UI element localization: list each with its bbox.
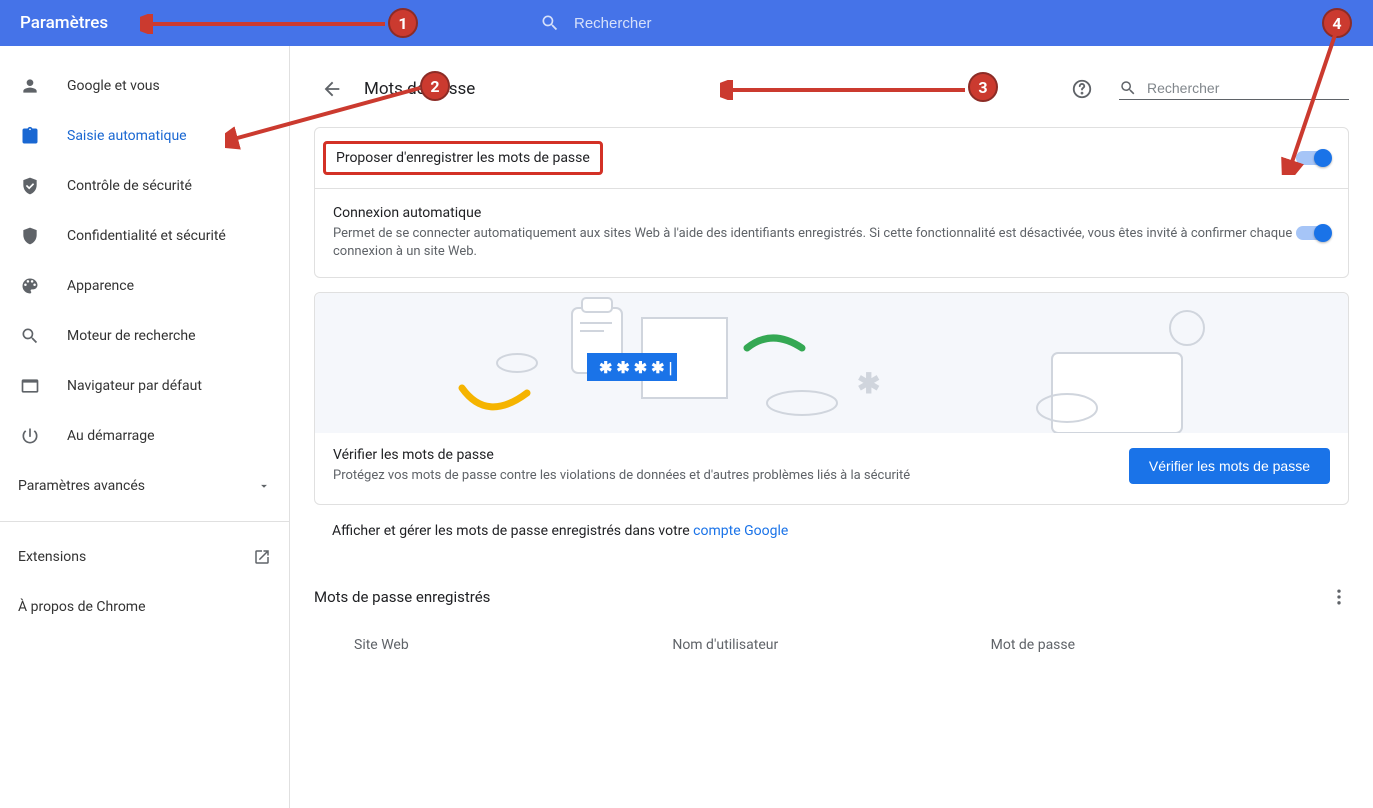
topbar-title-area: Paramètres (0, 0, 520, 46)
more-icon[interactable] (1329, 587, 1349, 607)
sidebar-item-label: Confidentialité et sécurité (67, 228, 226, 244)
setting-auto-signin: Connexion automatique Permet de se conne… (315, 189, 1348, 277)
advanced-label: Paramètres avancés (18, 478, 145, 494)
sidebar-item-default-browser[interactable]: Navigateur par défaut (0, 361, 289, 411)
sidebar-item-label: Au démarrage (67, 428, 155, 444)
search-icon (18, 324, 42, 348)
sidebar-item-search-engine[interactable]: Moteur de recherche (0, 311, 289, 361)
settings-card: Proposer d'enregistrer les mots de passe… (314, 127, 1349, 278)
google-account-note: Afficher et gérer les mots de passe enre… (332, 523, 1331, 539)
external-link-icon (253, 548, 271, 566)
highlighted-setting-label: Proposer d'enregistrer les mots de passe (323, 141, 603, 175)
sidebar-item-label: Moteur de recherche (67, 328, 196, 344)
topbar: Paramètres (0, 0, 1373, 46)
sidebar-item-safety[interactable]: Contrôle de sécurité (0, 161, 289, 211)
column-password: Mot de passe (991, 637, 1309, 653)
content: Mots de passe Proposer d'enregistrer les… (290, 46, 1373, 808)
page-title: Mots de passe (364, 79, 1071, 99)
clipboard-icon (18, 124, 42, 148)
setting-description: Permet de se connecter automatiquement a… (333, 225, 1296, 261)
page-search-input[interactable] (1147, 80, 1349, 96)
shield-check-icon (18, 174, 42, 198)
main-area: Google et vous Saisie automatique Contrô… (0, 46, 1373, 808)
check-title: Vérifier les mots de passe (333, 447, 1129, 463)
separator (0, 521, 289, 522)
sidebar-item-google[interactable]: Google et vous (0, 61, 289, 111)
saved-passwords-section: Mots de passe enregistrés Site Web Nom d… (314, 577, 1349, 663)
check-description: Protégez vos mots de passe contre les vi… (333, 467, 1129, 485)
column-site: Site Web (354, 637, 672, 653)
page-search[interactable] (1119, 79, 1349, 100)
saved-title: Mots de passe enregistrés (314, 588, 490, 606)
palette-icon (18, 274, 42, 298)
person-icon (18, 74, 42, 98)
about-label: À propos de Chrome (18, 599, 146, 615)
sidebar-item-autofill[interactable]: Saisie automatique (0, 111, 289, 161)
sidebar-about[interactable]: À propos de Chrome (0, 582, 289, 632)
shield-icon (18, 224, 42, 248)
sidebar-item-label: Apparence (67, 278, 134, 294)
setting-title: Connexion automatique (333, 205, 1296, 221)
sidebar-item-label: Saisie automatique (67, 128, 187, 144)
column-username: Nom d'utilisateur (672, 637, 990, 653)
illustration: ✱ ✱ ✱ ✱ | ✱ (315, 293, 1348, 433)
search-icon (1119, 79, 1137, 97)
topbar-search[interactable] (520, 0, 1373, 46)
sidebar-item-label: Navigateur par défaut (67, 378, 202, 394)
chevron-down-icon (257, 479, 271, 493)
svg-text:✱: ✱ (857, 367, 880, 400)
toggle-auto-signin[interactable] (1296, 226, 1330, 240)
sidebar-advanced[interactable]: Paramètres avancés (0, 461, 289, 511)
top-search-input[interactable] (574, 15, 773, 32)
sidebar-item-startup[interactable]: Au démarrage (0, 411, 289, 461)
content-header: Mots de passe (290, 46, 1373, 127)
check-passwords-button[interactable]: Vérifier les mots de passe (1129, 448, 1330, 484)
saved-columns: Site Web Nom d'utilisateur Mot de passe (314, 617, 1349, 663)
toggle-offer-save[interactable] (1296, 151, 1330, 165)
check-passwords-row: Vérifier les mots de passe Protégez vos … (315, 433, 1348, 485)
sidebar-item-label: Contrôle de sécurité (67, 178, 192, 194)
extensions-label: Extensions (18, 549, 86, 565)
sidebar-item-appearance[interactable]: Apparence (0, 261, 289, 311)
search-icon (540, 13, 560, 33)
sidebar-extensions[interactable]: Extensions (0, 532, 289, 582)
sidebar: Google et vous Saisie automatique Contrô… (0, 46, 290, 808)
account-text: Afficher et gérer les mots de passe enre… (332, 523, 693, 539)
check-passwords-card: ✱ ✱ ✱ ✱ | ✱ Vérifier les mots de passe P… (314, 292, 1349, 504)
back-button[interactable] (314, 71, 350, 107)
app-title: Paramètres (20, 13, 108, 33)
saved-header: Mots de passe enregistrés (314, 577, 1349, 617)
arrow-left-icon (321, 78, 343, 100)
sidebar-item-label: Google et vous (67, 78, 160, 94)
help-icon[interactable] (1071, 78, 1093, 100)
google-account-link[interactable]: compte Google (693, 523, 788, 539)
password-dots: ✱ ✱ ✱ ✱ | (599, 358, 673, 377)
browser-icon (18, 374, 42, 398)
sidebar-item-privacy[interactable]: Confidentialité et sécurité (0, 211, 289, 261)
setting-offer-save: Proposer d'enregistrer les mots de passe (315, 128, 1348, 189)
power-icon (18, 424, 42, 448)
